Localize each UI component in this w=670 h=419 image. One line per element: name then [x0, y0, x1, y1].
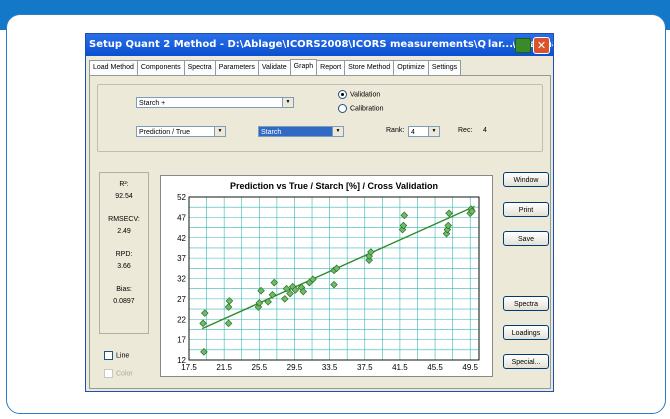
- r2-value: 92.54: [115, 193, 133, 200]
- chevron-down-icon: ▼: [282, 98, 293, 107]
- chart-title: Prediction vs True / Starch [%] / Cross …: [230, 181, 438, 191]
- x-tick-label: 21.5: [216, 363, 232, 372]
- spectra-button[interactable]: Spectra: [503, 296, 549, 311]
- y-tick-label: 32: [177, 275, 186, 284]
- x-tick-label: 33.5: [322, 363, 338, 372]
- color-checkbox[interactable]: Color: [104, 369, 133, 378]
- x-tick-label: 41.5: [392, 363, 408, 372]
- color-checkbox-label: Color: [116, 370, 133, 378]
- scatter-chart: Prediction vs True / Starch [%] / Cross …: [177, 181, 480, 372]
- chevron-down-icon: ▼: [214, 127, 225, 136]
- rpd-label: RPD:: [115, 251, 133, 258]
- component-select-value: Starch +: [139, 100, 166, 107]
- tab-graph[interactable]: Graph: [289, 59, 318, 75]
- bias-label: Bias:: [116, 286, 132, 293]
- radio-validation-dot: [338, 90, 347, 99]
- color-checkbox-box: [104, 369, 113, 378]
- tab-validate[interactable]: Validate: [257, 60, 291, 75]
- rank-select[interactable]: 4 ▼: [408, 126, 440, 137]
- stats-panel: R²: 92.54 RMSECV: 2.49 RPD: 3.66 Bias: 0…: [99, 172, 149, 334]
- selection-group: Starch + ▼ Validation Calibration Predic…: [97, 84, 543, 152]
- rec-value: 4: [483, 127, 487, 134]
- tab-spectra[interactable]: Spectra: [183, 60, 216, 75]
- y-tick-label: 52: [177, 193, 186, 202]
- y-tick-label: 22: [177, 315, 186, 324]
- bias-value: 0.0897: [113, 298, 135, 305]
- tab-optimize[interactable]: Optimize: [393, 60, 429, 75]
- x-tick-label: 45.5: [427, 363, 443, 372]
- tab-strip: Load Method Components Spectra Parameter…: [89, 59, 462, 75]
- rank-label: Rank:: [386, 127, 405, 134]
- line-checkbox[interactable]: Line: [104, 351, 129, 360]
- rmsecv-value: 2.49: [117, 228, 131, 235]
- setup-quant-window: Setup Quant 2 Method - D:\Ablage\ICORS20…: [85, 33, 554, 392]
- print-button[interactable]: Print: [503, 202, 549, 217]
- tab-parameters[interactable]: Parameters: [214, 60, 259, 75]
- save-button[interactable]: Save: [503, 231, 549, 246]
- radio-calibration-dot: [338, 104, 347, 113]
- y-tick-label: 12: [177, 356, 186, 365]
- x-tick-label: 29.5: [287, 363, 303, 372]
- component-select[interactable]: Starch + ▼: [136, 97, 294, 108]
- title-bar[interactable]: Setup Quant 2 Method - D:\Ablage\ICORS20…: [86, 34, 553, 56]
- rec-label: Rec:: [458, 127, 473, 134]
- radio-calibration[interactable]: Calibration: [338, 104, 383, 113]
- special-button[interactable]: Special...: [503, 354, 549, 369]
- component2-select-value: Starch: [261, 129, 282, 136]
- window-button[interactable]: Window: [503, 172, 549, 187]
- radio-calibration-label: Calibration: [350, 105, 384, 113]
- y-tick-label: 47: [177, 213, 186, 222]
- chevron-down-icon: ▼: [428, 127, 439, 136]
- plot-area[interactable]: Prediction vs True / Starch [%] / Cross …: [160, 175, 493, 377]
- line-checkbox-box: [104, 351, 113, 360]
- r2-label: R²:: [119, 181, 129, 188]
- graph-tab-panel: Starch + ▼ Validation Calibration Predic…: [89, 75, 551, 389]
- tab-store-method[interactable]: Store Method: [344, 60, 395, 75]
- y-tick-label: 17: [177, 336, 186, 345]
- tab-load-method[interactable]: Load Method: [89, 60, 138, 75]
- line-checkbox-label: Line: [116, 352, 130, 360]
- tab-settings[interactable]: Settings: [427, 60, 462, 75]
- y-tick-label: 37: [177, 254, 186, 263]
- x-tick-label: 37.5: [357, 363, 373, 372]
- rmsecv-label: RMSECV:: [108, 216, 140, 223]
- window-title: Setup Quant 2 Method - D:\Ablage\ICORS20…: [89, 39, 553, 50]
- chevron-down-icon: ▼: [332, 127, 343, 136]
- close-button[interactable]: ✕: [533, 37, 550, 54]
- window-title-tail: lar...: [485, 34, 513, 56]
- x-tick-label: 49.5: [462, 363, 478, 372]
- plot-type-select-value: Prediction / True: [139, 129, 190, 136]
- loadings-button[interactable]: Loadings: [503, 325, 549, 340]
- tab-components[interactable]: Components: [136, 60, 185, 75]
- y-tick-label: 27: [177, 295, 186, 304]
- x-tick-label: 25.5: [252, 363, 268, 372]
- radio-validation[interactable]: Validation: [338, 90, 380, 99]
- app-icon[interactable]: [515, 38, 531, 53]
- plot-type-select[interactable]: Prediction / True ▼: [136, 126, 226, 137]
- tab-report[interactable]: Report: [316, 60, 346, 75]
- close-icon: ✕: [536, 39, 547, 52]
- component2-select[interactable]: Starch ▼: [258, 126, 344, 137]
- y-tick-label: 42: [177, 234, 186, 243]
- rank-select-value: 4: [411, 129, 415, 136]
- rpd-value: 3.66: [117, 263, 131, 270]
- radio-validation-label: Validation: [350, 91, 381, 99]
